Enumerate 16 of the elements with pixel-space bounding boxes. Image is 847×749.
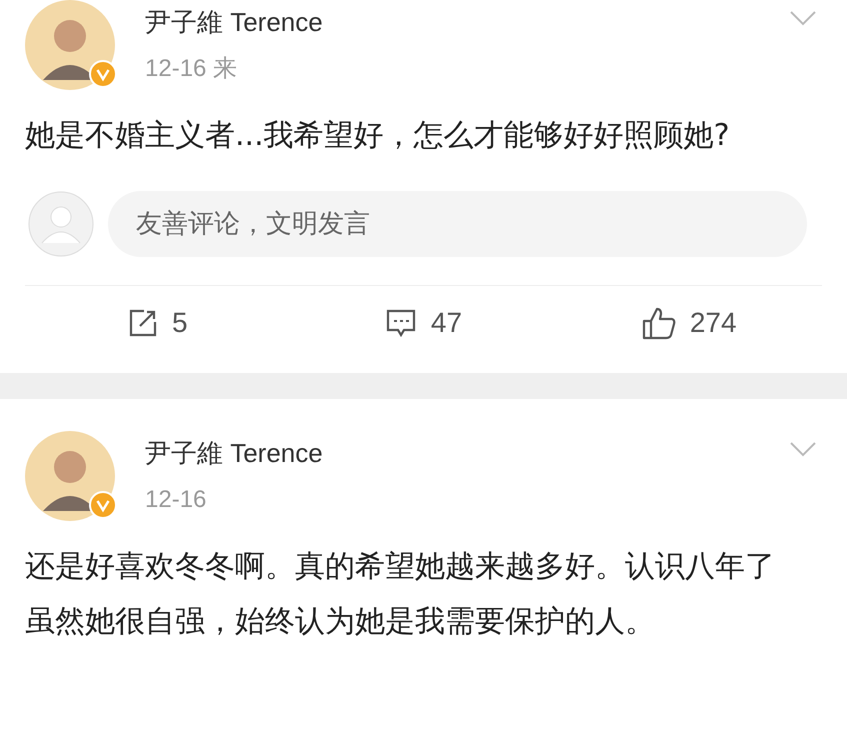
author-name[interactable]: 尹子維 Terence [145, 4, 789, 40]
post-text: 还是好喜欢冬冬啊。真的希望她越来越多好。认识八年了虽然她很自强，始终认为她是我需要保护的人。 [24, 548, 776, 641]
share-icon[interactable] [128, 308, 158, 338]
author-name[interactable]: 尹子維 Terence [145, 435, 789, 471]
post-time: 12-16 [145, 485, 208, 515]
avatar-placeholder-icon [28, 191, 94, 257]
action-count: 47 [430, 306, 462, 340]
action-count: 274 [690, 306, 737, 340]
thumbs-up-icon[interactable] [642, 306, 676, 340]
comment-field[interactable]: 友善评论，文明发言 [108, 191, 807, 257]
verified-badge-icon [89, 491, 117, 519]
comment-icon[interactable] [384, 308, 417, 338]
verified-badge-icon [89, 60, 117, 88]
post-time: 12-16 来 [145, 54, 238, 84]
post-text: 她是不婚主义者...我希望好，怎么才能够好好照顾她? [24, 117, 731, 155]
action-count: 5 [172, 306, 188, 340]
